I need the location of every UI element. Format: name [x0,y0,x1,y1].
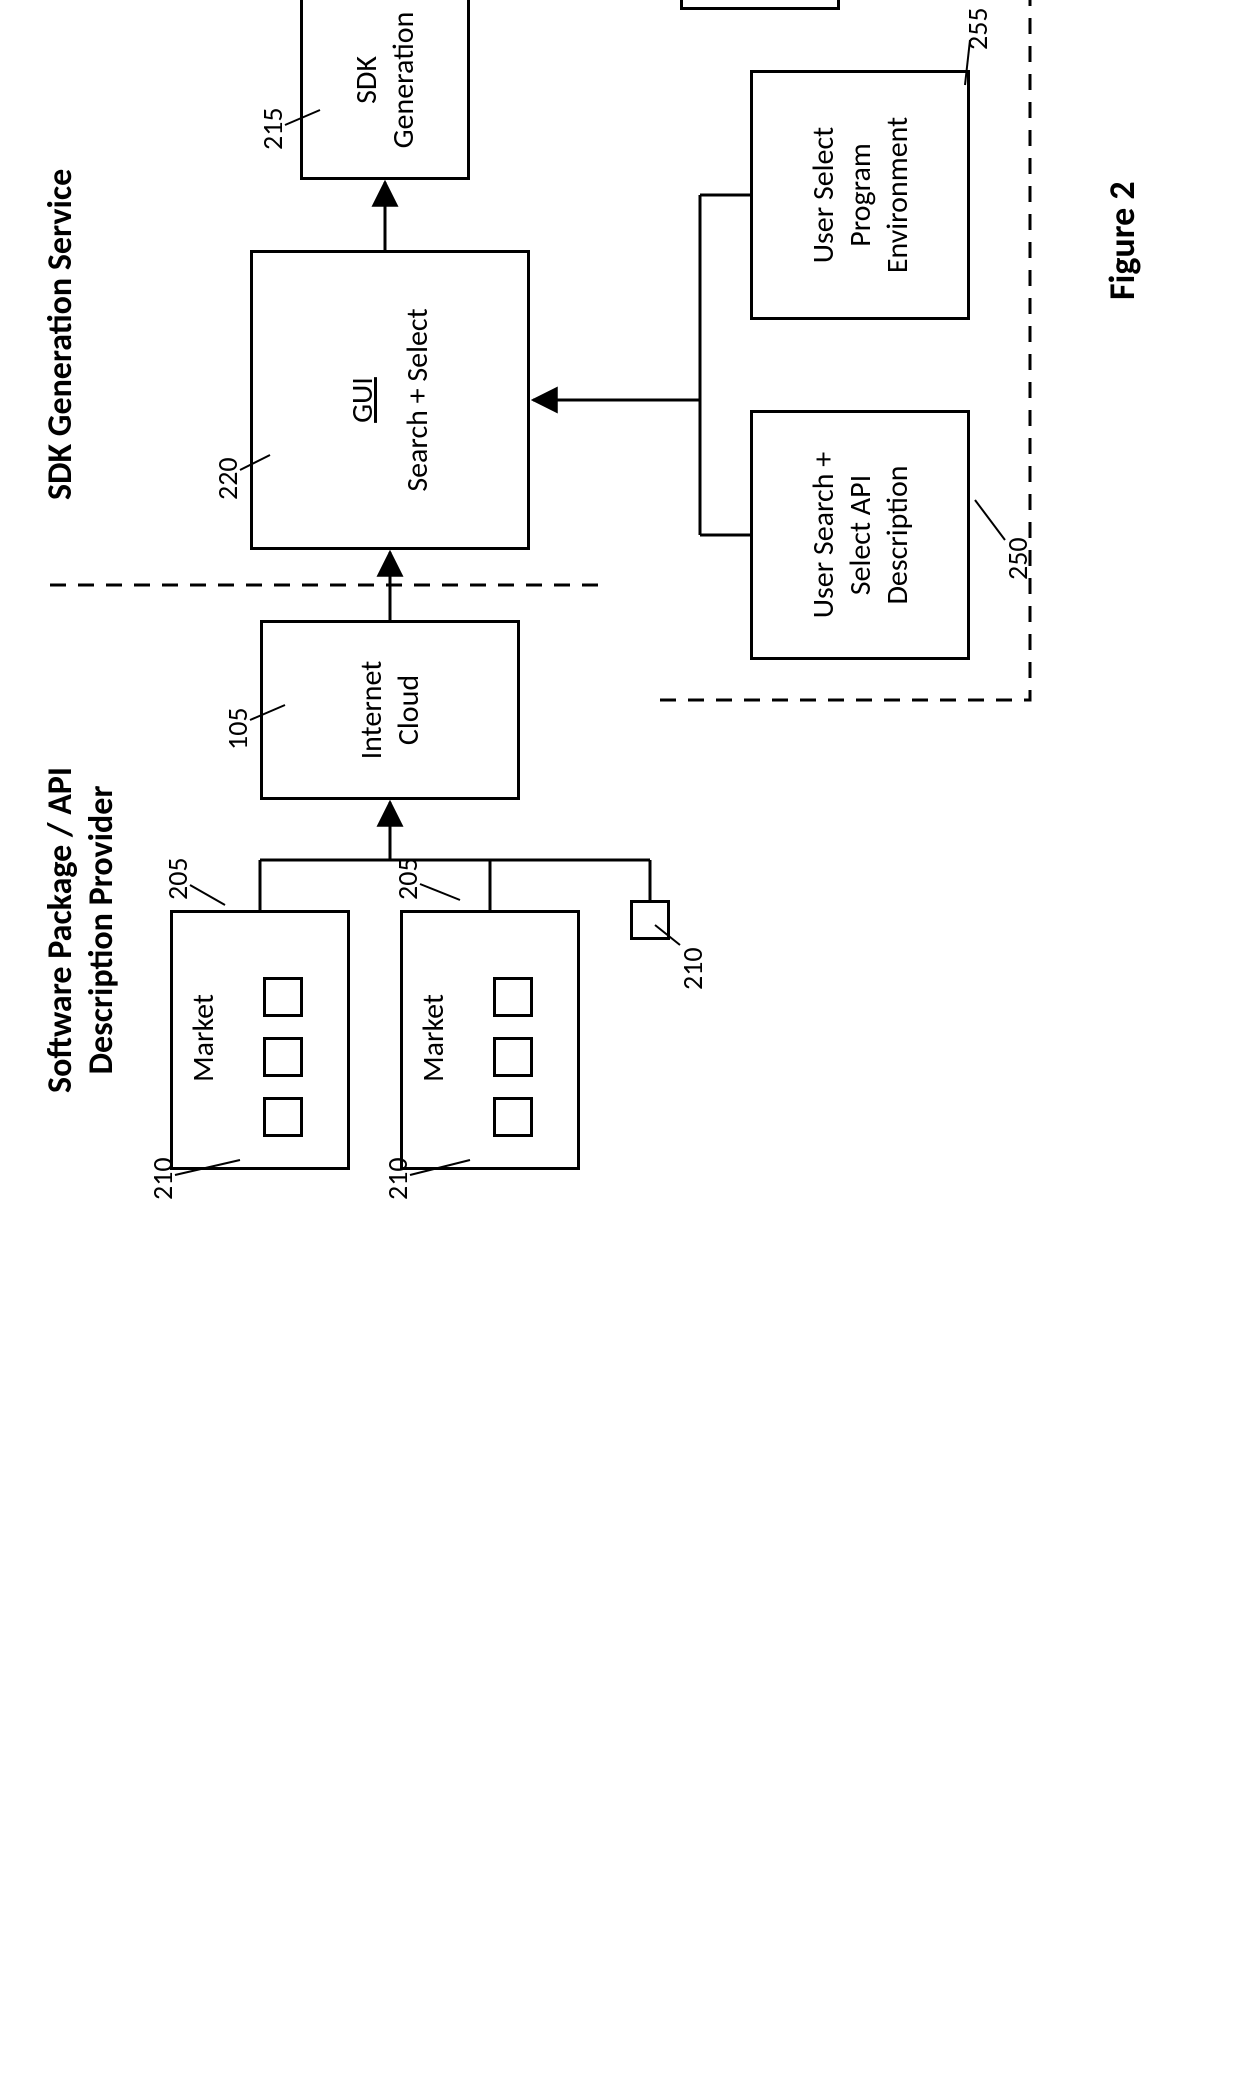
user-env-box: User Select Program Environment [750,70,970,320]
user-search-label: User Search + Select API Description [805,419,916,651]
internet-cloud-label: Internet Cloud [353,629,427,791]
gui-title: GUI [344,377,381,423]
internet-cloud-box: Internet Cloud [260,620,520,800]
user-search-box: User Search + Select API Description [750,410,970,660]
market-item [493,1037,533,1077]
market-item [263,977,303,1017]
diagram-stage: Software Package / API Description Provi… [40,0,1200,1200]
gui-subtitle: Search + Select [399,308,436,491]
market-box-2: Market [400,910,580,1170]
ref-220: 220 [210,457,245,500]
market-title-2: Market [415,994,452,1082]
lone-provider-item [630,900,670,940]
market-box-1: Market [170,910,350,1170]
ref-250: 250 [1000,537,1035,580]
figure-caption: Figure 2 [1100,181,1144,300]
sdk-generation-box: SDK Generation [300,0,470,180]
section-sdk: SDK Generation Service [40,169,81,500]
ref-210c: 210 [675,947,710,990]
ref-205a: 205 [160,857,195,900]
market-title-1: Market [185,994,222,1082]
market-item [263,1037,303,1077]
ref-205b: 205 [390,857,425,900]
sdk-generation-label: SDK Generation [348,0,422,171]
section-provider: Software Package / API Description Provi… [40,720,122,1140]
ref-255: 255 [960,7,995,50]
market-item [263,1097,303,1137]
ref-210a: 210 [145,1157,180,1200]
market-item [493,1097,533,1137]
user-env-label: User Select Program Environment [805,79,916,311]
ref-215: 215 [255,107,290,150]
ref-210b: 210 [380,1157,415,1200]
user-edit-box: User Edit [680,0,840,10]
gui-box: GUI Search + Select [250,250,530,550]
market-item [493,977,533,1017]
ref-105: 105 [220,707,255,750]
